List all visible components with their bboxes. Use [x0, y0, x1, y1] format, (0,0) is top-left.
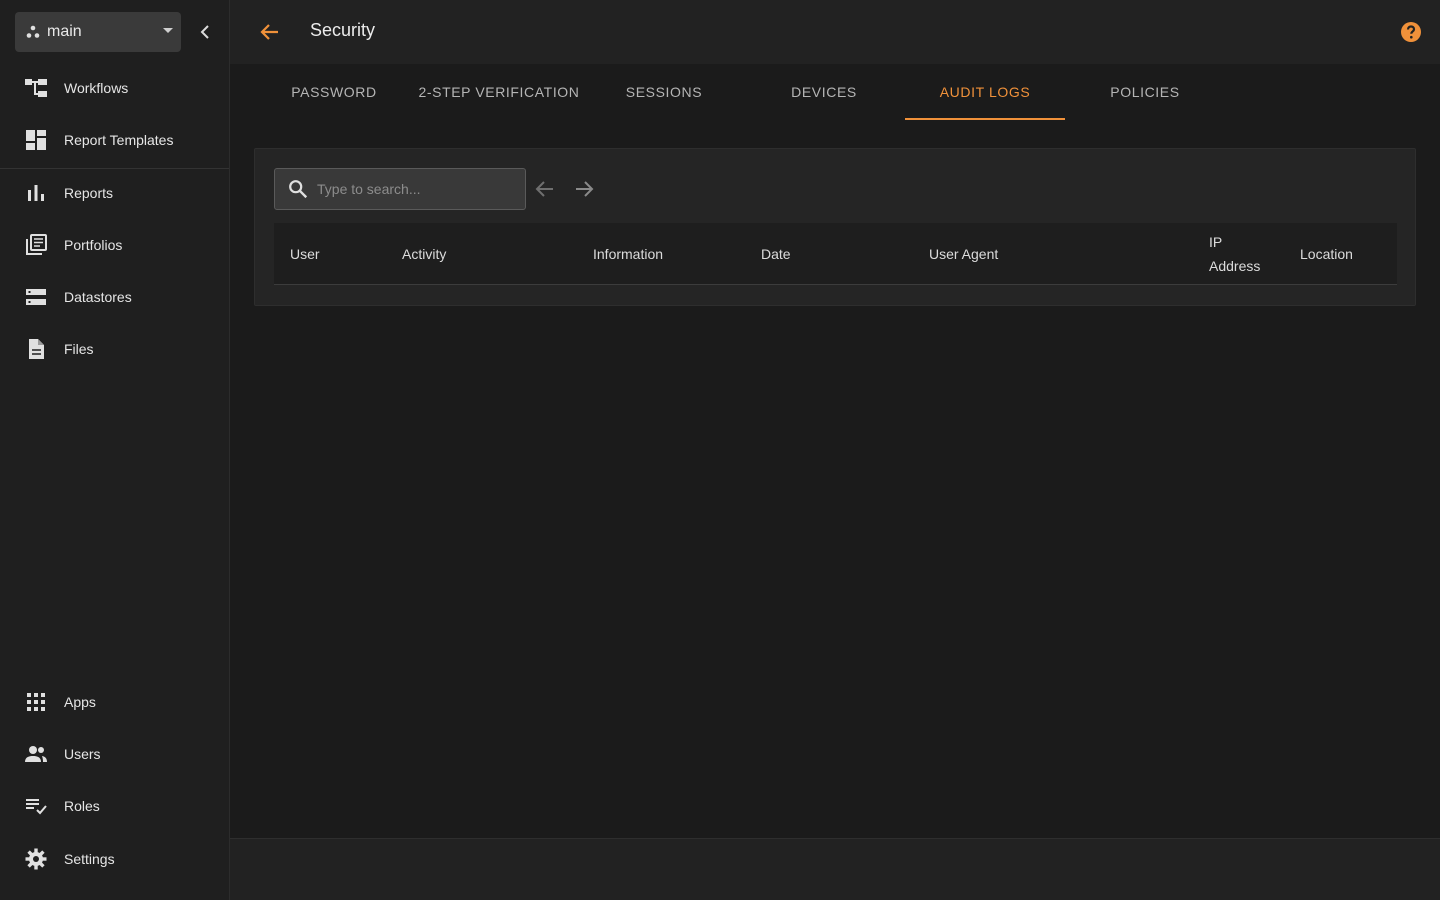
sidebar-item-apps[interactable]: Apps	[0, 678, 229, 726]
workspace-name: main	[47, 23, 82, 40]
sidebar: main Workflows Report Templates Reports …	[0, 0, 230, 900]
file-icon	[29, 339, 44, 359]
storage-icon	[26, 289, 46, 305]
sidebar-item-label: Files	[64, 341, 94, 357]
sidebar-item-settings[interactable]: Settings	[0, 835, 229, 883]
previous-page-button[interactable]	[533, 177, 557, 201]
bar-chart-icon	[28, 185, 44, 201]
column-header-date[interactable]: Date	[761, 223, 791, 285]
checklist-icon	[26, 799, 47, 815]
search-icon	[289, 180, 308, 199]
help-icon[interactable]	[1399, 20, 1423, 44]
sidebar-item-label: Portfolios	[64, 237, 123, 253]
search-input[interactable]	[317, 169, 517, 209]
users-icon	[25, 746, 47, 762]
sidebar-item-portfolios[interactable]: Portfolios	[0, 221, 229, 269]
sidebar-item-files[interactable]: Files	[0, 325, 229, 373]
tab-2-step-verification[interactable]: 2-STEP VERIFICATION	[414, 64, 584, 120]
column-header-user[interactable]: User	[290, 223, 320, 285]
top-bar: Security	[230, 0, 1440, 64]
security-tabs: PASSWORD 2-STEP VERIFICATION SESSIONS DE…	[230, 64, 1440, 120]
sidebar-item-label: Datastores	[64, 289, 132, 305]
gear-icon	[25, 848, 47, 870]
audit-log-card: User Activity Information Date User Agen…	[254, 148, 1416, 306]
sidebar-item-label: Reports	[64, 185, 114, 201]
collapse-sidebar-button[interactable]	[193, 20, 217, 44]
column-header-ip-address[interactable]: IP Address	[1209, 223, 1271, 285]
apps-grid-icon	[27, 693, 45, 711]
sidebar-item-reports[interactable]: Reports	[0, 169, 229, 217]
column-header-information[interactable]: Information	[593, 223, 663, 285]
caret-down-icon	[163, 28, 173, 33]
sidebar-item-report-templates[interactable]: Report Templates	[0, 116, 229, 164]
sidebar-item-roles[interactable]: Roles	[0, 782, 229, 830]
tab-password[interactable]: PASSWORD	[254, 64, 414, 120]
tab-policies[interactable]: POLICIES	[1065, 64, 1225, 120]
next-page-button[interactable]	[572, 177, 596, 201]
page-title: Security	[310, 20, 376, 40]
dashboard-icon	[26, 130, 46, 150]
workspace-select[interactable]: main	[15, 12, 181, 52]
column-header-location[interactable]: Location	[1300, 223, 1353, 285]
tab-devices[interactable]: DEVICES	[744, 64, 904, 120]
workspace-icon	[26, 25, 40, 38]
library-icon	[26, 234, 47, 255]
sidebar-item-label: Roles	[64, 798, 100, 814]
column-header-activity[interactable]: Activity	[402, 223, 446, 285]
app-root: main Workflows Report Templates Reports …	[0, 0, 1440, 900]
sidebar-item-label: Settings	[64, 851, 115, 867]
sidebar-item-label: Report Templates	[64, 132, 174, 148]
sidebar-item-datastores[interactable]: Datastores	[0, 273, 229, 321]
chevron-left-icon	[200, 25, 209, 39]
sidebar-item-label: Users	[64, 746, 101, 762]
footer-bar	[230, 838, 1440, 900]
workflow-icon	[25, 79, 47, 97]
sidebar-item-users[interactable]: Users	[0, 730, 229, 778]
sidebar-item-label: Workflows	[64, 80, 129, 96]
audit-table-header: User Activity Information Date User Agen…	[274, 223, 1397, 285]
tab-sessions[interactable]: SESSIONS	[584, 64, 744, 120]
sidebar-item-label: Apps	[64, 694, 96, 710]
search-box	[274, 168, 526, 210]
sidebar-item-workflows[interactable]: Workflows	[0, 64, 229, 112]
back-arrow-icon[interactable]	[258, 20, 282, 44]
column-header-user-agent[interactable]: User Agent	[929, 223, 998, 285]
tab-audit-logs[interactable]: AUDIT LOGS	[905, 64, 1065, 120]
